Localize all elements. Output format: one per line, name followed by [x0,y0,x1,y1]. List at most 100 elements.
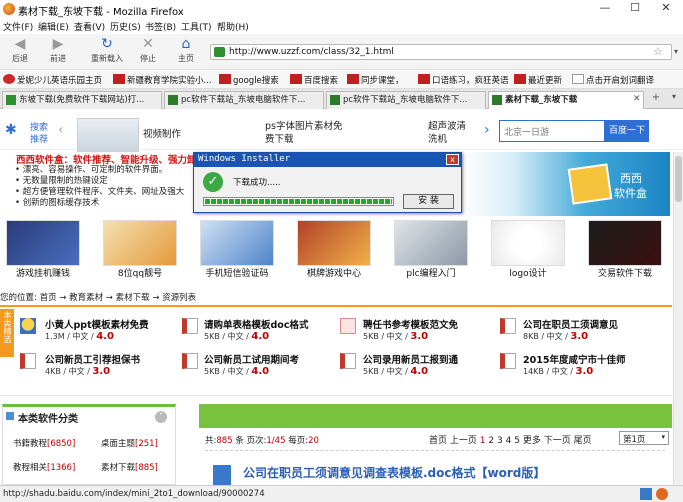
back-button[interactable]: ◀ 后退 [0,36,40,64]
pager-page-3[interactable]: 3 [497,436,503,446]
bookmark-icon [514,74,526,84]
item-meta: 1.3M / 中文 / 4.0 [45,331,114,342]
pager-next[interactable]: 下一页 [544,436,571,446]
bookmark-icon [347,74,359,84]
close-tab-icon[interactable]: ✕ [633,94,641,104]
item-title[interactable]: 公司新员工试用期间考 [204,352,299,366]
download-progress-bar [203,197,394,206]
bookmark-item[interactable]: 同步课堂， [347,74,404,87]
sidebar-cat-themes[interactable]: 桌面主题[251] [101,437,158,449]
promo-box-subtitle: 软件盒 [614,187,647,200]
sidebar-title: 本类软件分类 [18,414,78,425]
new-tab-button[interactable]: + [648,92,664,106]
banner-link-video[interactable]: 视频制作 [143,126,181,140]
pager-links: 首页 上一页 1 2 3 4 5 更多 下一页 尾页 [429,433,592,446]
tab-list-icon[interactable]: ▾ [666,92,682,106]
ultrasonic-cleaner-image[interactable] [77,118,139,156]
menu-view[interactable]: 查看(V) [74,20,105,33]
bookmark-item[interactable]: 新疆教育学院实验小... [113,74,212,87]
bookmark-item[interactable]: 百度搜索 [290,74,338,87]
menu-bookmarks[interactable]: 书签(B) [145,20,176,33]
item-title[interactable]: 聘任书参考模板范文免 [363,317,458,331]
item-title[interactable]: 请购单表格模板doc格式 [204,317,308,331]
baidu-search-button[interactable]: 百度一下 [605,120,649,142]
pager-page-2[interactable]: 2 [488,436,494,446]
bookmark-item[interactable]: google搜索 [219,74,279,87]
bookmark-item[interactable]: 点击开启划词翻译 [572,74,654,87]
menu-history[interactable]: 历史(S) [110,20,141,33]
address-bar[interactable]: http://www.uzzf.com/class/32_1.html ☆ [210,44,672,60]
document-icon [340,353,356,369]
list-item-title[interactable]: 公司在职员工须调意见调查表模板.doc格式【word版】 [243,464,545,481]
software-tile[interactable]: 交易软件下载 [588,220,662,280]
baidu-search-input[interactable]: 北京一日游 [499,120,605,142]
pager-prev[interactable]: 上一页 [450,436,477,446]
maximize-button[interactable]: ☐ [620,0,650,18]
page-scrollbar[interactable] [673,152,683,485]
sidebar-cat-materials[interactable]: 素材下载[885] [101,461,158,473]
pager-more[interactable]: 更多 [523,436,541,446]
software-tile[interactable]: 手机短信验证码 [200,220,274,280]
home-button[interactable]: ⌂ 主页 [166,36,206,64]
scrollbar-thumb[interactable] [675,156,682,202]
firefox-icon [3,3,15,15]
software-image [297,220,371,266]
bookmark-icon [418,74,430,84]
minimize-button[interactable]: — [590,0,620,18]
pager-page-5[interactable]: 5 [514,436,520,446]
back-arrow-icon: ◀ [14,36,26,52]
menu-help[interactable]: 帮助(H) [217,20,249,33]
pager-page-1[interactable]: 1 [480,436,486,446]
item-title[interactable]: 公司在职员工须调意见 [523,317,618,331]
item-icon [20,318,36,334]
item-title[interactable]: 公司录用新员工报到通 [363,352,458,366]
bookmark-star-icon[interactable]: ☆ [653,45,663,58]
item-title[interactable]: 公司新员工引荐担保书 [45,352,140,366]
software-tile[interactable]: 8位qq靓号 [103,220,177,280]
addon-icon[interactable] [640,488,652,500]
reload-button[interactable]: ↻ 重新载入 [84,36,130,64]
menu-tools[interactable]: 工具(T) [181,20,212,33]
sidebar-cat-books[interactable]: 书籍教程[6850] [13,437,75,449]
banner-link-cleaner[interactable]: 超声波清 [428,118,466,132]
banner-prev-icon[interactable]: ‹ [58,122,64,138]
stop-button[interactable]: ✕ 停止 [128,36,168,64]
close-window-button[interactable]: ✕ [651,0,681,18]
item-title[interactable]: 小黄人ppt模板素材免费 [45,317,149,331]
bookmark-item[interactable]: 爱妮少儿英语乐园主页 [3,74,102,87]
pager-last[interactable]: 尾页 [574,436,592,446]
item-title[interactable]: 2015年度咸宁市十佳师 [523,352,625,366]
software-tile[interactable]: logo设计 [491,220,565,280]
item-meta: 5KB / 中文 / 4.0 [363,366,429,377]
status-bar: http://shadu.baidu.com/index/mini_2to1_d… [0,485,683,502]
software-tile[interactable]: plc编程入门 [394,220,468,280]
item-meta: 4KB / 中文 / 3.0 [45,366,111,377]
forward-button[interactable]: ▶ 前进 [38,36,78,64]
stop-label: 停止 [140,54,156,63]
promo-lines: • 漂亮、容易操作、可定制的软件界面。 • 无数量限制的热键设定 • 超方便管理… [15,165,184,209]
menu-edit[interactable]: 编辑(E) [38,20,69,33]
bookmark-item[interactable]: 口语练习，疯狂英语 [418,74,509,87]
tab-1[interactable]: 东坡下载(免费软件下载网站)打... [2,91,162,109]
sidebar-cat-tutorials[interactable]: 教程相关[1366] [13,461,75,473]
firefox-addon-icon[interactable] [656,488,668,500]
install-button[interactable]: 安 装 [403,194,454,209]
dropdown-arrow-icon[interactable]: ▾ [674,47,678,56]
collapse-icon[interactable]: ˅ [155,411,167,423]
tab-3[interactable]: pc软件下载站_东坡电脑软件下... [326,91,486,109]
pager-page-4[interactable]: 4 [506,436,512,446]
software-tile[interactable]: 棋牌游戏中心 [297,220,371,280]
promo-line: • 创新的图标缓存技术 [15,198,100,208]
bookmark-item[interactable]: 最近更新 [514,74,562,87]
banner-link-ps[interactable]: ps字体图片素材免 [265,118,342,132]
banner-next-icon[interactable]: › [484,122,490,138]
dialog-message: 下载成功..... [233,178,281,188]
page-select[interactable]: 第1页 ▾ [619,431,669,445]
home-icon: ⌂ [181,36,191,52]
tab-2[interactable]: pc软件下载站_东坡电脑软件下... [164,91,324,109]
software-tile[interactable]: 游戏挂机赚钱 [6,220,80,280]
tab-4-active[interactable]: 素材下载_东坡下载 [488,91,644,109]
pager-first[interactable]: 首页 [429,436,447,446]
menu-file[interactable]: 文件(F) [3,20,33,33]
dialog-close-button[interactable]: x [446,154,459,165]
